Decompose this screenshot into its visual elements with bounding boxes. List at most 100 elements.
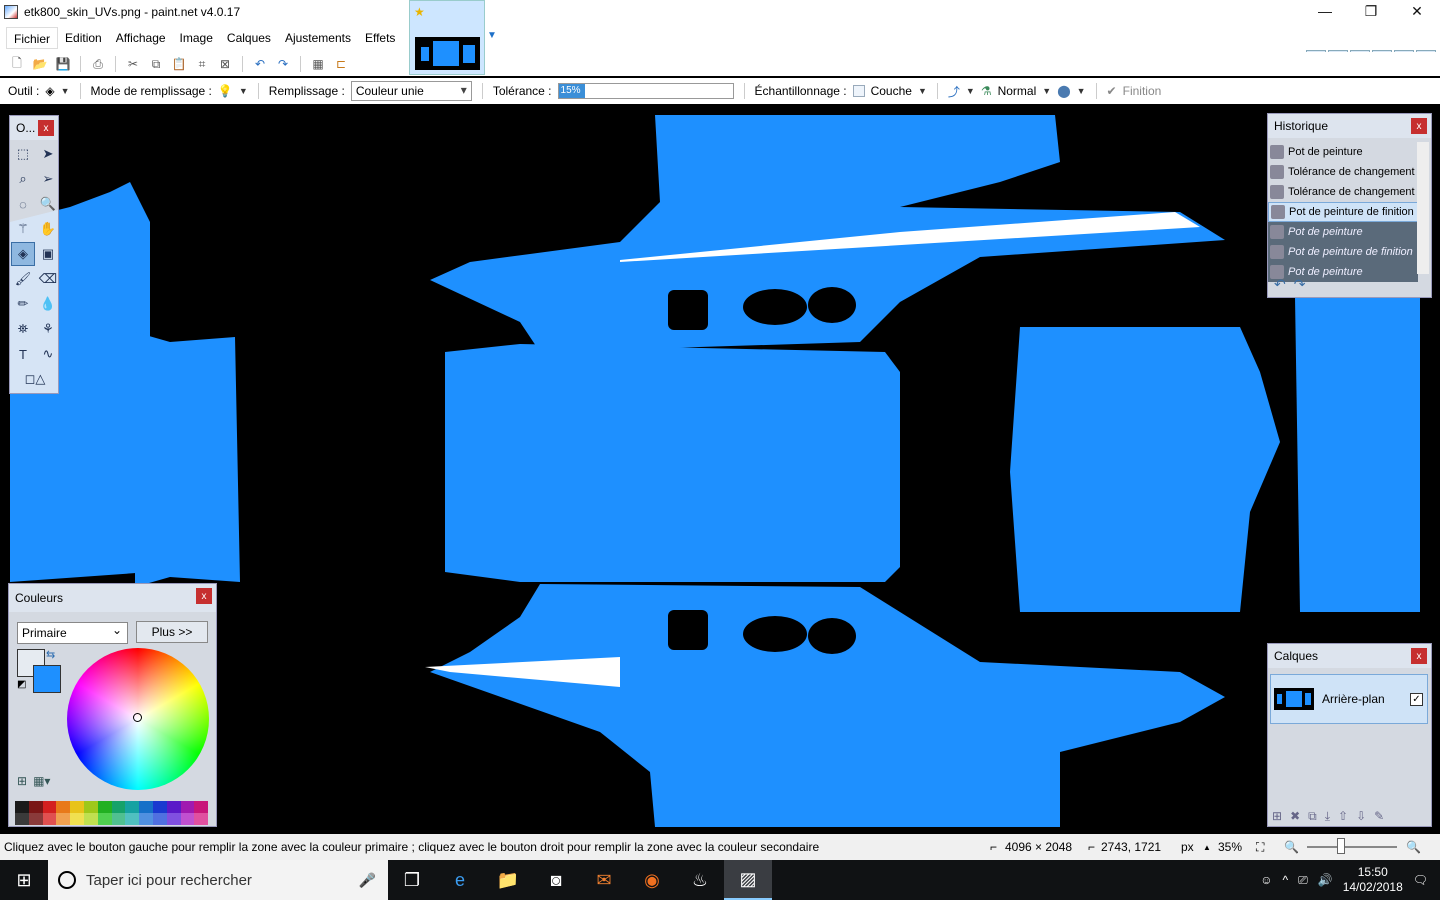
palette-swatch[interactable] — [97, 801, 112, 813]
palette-swatch[interactable] — [56, 813, 71, 825]
flood-mode-icon[interactable]: 💡 — [218, 84, 233, 98]
unit-chevron-icon[interactable]: ▲ — [1203, 843, 1211, 852]
unit-select[interactable]: px — [1181, 840, 1194, 854]
menu-effects[interactable]: Effets — [358, 27, 402, 49]
windows-start-icon[interactable]: ⊞ — [0, 860, 48, 900]
palette-swatch[interactable] — [166, 801, 181, 813]
layer-visibility-checkbox[interactable]: ✓ — [1410, 692, 1423, 706]
swap-colors-icon[interactable]: ⇆ — [46, 648, 55, 661]
steam-icon[interactable]: ♨ — [676, 860, 724, 900]
duplicate-layer-icon[interactable]: ⧉ — [1308, 809, 1317, 824]
history-panel-close-icon[interactable]: x — [1411, 118, 1427, 134]
palette-swatch[interactable] — [42, 813, 57, 825]
rectangle-select-icon[interactable]: ⬚ — [11, 142, 35, 166]
history-item[interactable]: Tolérance de changement — [1268, 182, 1418, 202]
palette-menu-icon[interactable]: ▦▾ — [33, 774, 50, 788]
taskbar-search[interactable]: Taper ici pour rechercher 🎤 — [48, 860, 388, 900]
fill-mode-chevron-icon[interactable]: ▼ — [239, 86, 248, 96]
history-item-selected[interactable]: Pot de peinture de finition — [1268, 202, 1418, 222]
edge-browser-icon[interactable]: e — [436, 860, 484, 900]
firefox-icon[interactable]: ◉ — [628, 860, 676, 900]
reset-colors-icon[interactable]: ◩ — [17, 679, 26, 690]
gradient-icon[interactable]: ▣ — [36, 242, 60, 266]
notifications-icon[interactable]: 🗨 — [1413, 873, 1428, 887]
line-curve-icon[interactable]: ∿ — [36, 342, 60, 366]
blend-mode-select[interactable]: Normal — [998, 84, 1037, 98]
finish-button[interactable]: Finition — [1123, 84, 1162, 98]
fit-window-icon[interactable]: ⛶ — [1256, 840, 1264, 855]
crop-icon[interactable]: ⌗ — [193, 55, 211, 73]
clone-stamp-icon[interactable]: ⛯ — [11, 317, 35, 341]
pencil-icon[interactable]: ✏ — [11, 292, 35, 316]
volume-icon[interactable]: 🔊 — [1318, 873, 1333, 887]
discord-icon[interactable]: ◙ — [532, 860, 580, 900]
save-icon[interactable]: 💾 — [54, 55, 72, 73]
move-selection-icon[interactable]: ➢ — [36, 167, 60, 191]
color-target-select[interactable]: Primaire — [17, 622, 128, 644]
menu-view[interactable]: Affichage — [109, 27, 173, 49]
sampling-chevron-icon[interactable]: ▼ — [918, 86, 927, 96]
merge-layer-down-icon[interactable]: ⤓ — [1325, 809, 1330, 824]
microphone-icon[interactable]: 🎤 — [359, 872, 376, 889]
menu-adjustments[interactable]: Ajustements — [278, 27, 358, 49]
close-button[interactable]: ✕ — [1394, 0, 1440, 22]
palette-swatch[interactable] — [152, 813, 167, 825]
move-selected-icon[interactable]: ➤ — [36, 142, 60, 166]
undo-icon[interactable]: ↶ — [251, 55, 269, 73]
palette-swatch[interactable] — [56, 801, 71, 813]
palette-swatch[interactable] — [194, 813, 209, 825]
zoom-icon[interactable]: 🔍 — [36, 192, 60, 216]
delete-layer-icon[interactable]: ✖ — [1290, 809, 1300, 824]
color-wheel-cursor[interactable] — [133, 713, 142, 722]
palette-swatch[interactable] — [139, 801, 153, 813]
magic-wand-icon[interactable]: ⚚ — [11, 217, 35, 241]
palette-swatch[interactable] — [28, 813, 43, 825]
file-explorer-icon[interactable]: 📁 — [484, 860, 532, 900]
cut-icon[interactable]: ✂ — [124, 55, 142, 73]
task-view-icon[interactable]: ❐ — [388, 860, 436, 900]
history-scrollbar[interactable] — [1417, 142, 1429, 274]
selection-mode-icon[interactable]: ⬤ — [1057, 84, 1070, 98]
color-picker-icon[interactable]: 💧 — [36, 292, 60, 316]
history-item[interactable]: Tolérance de changement — [1268, 162, 1418, 182]
layer-row[interactable]: Arrière-plan ✓ — [1270, 674, 1428, 724]
zoom-out-icon[interactable]: 🔍 — [1284, 840, 1299, 854]
recolor-icon[interactable]: ⚘ — [36, 317, 60, 341]
tray-chevron-icon[interactable]: ^ — [1283, 873, 1289, 887]
add-layer-icon[interactable]: ⊞ — [1272, 809, 1282, 824]
colors-panel-close-icon[interactable]: x — [196, 588, 212, 604]
eraser-icon[interactable]: ⌫ — [36, 267, 60, 291]
paste-icon[interactable]: 📋 — [170, 55, 188, 73]
palette-swatch[interactable] — [125, 801, 140, 813]
palette-swatch[interactable] — [125, 813, 140, 825]
new-file-icon[interactable]: 🗋 — [8, 55, 26, 73]
palette-swatch[interactable] — [15, 801, 29, 813]
finish-check-icon[interactable]: ✔ — [1107, 84, 1117, 98]
history-undo-icon[interactable]: ↶ — [1274, 276, 1286, 293]
taskbar-clock[interactable]: 15:50 14/02/2018 — [1343, 865, 1403, 895]
deselect-icon[interactable]: ⊠ — [216, 55, 234, 73]
menu-file[interactable]: Fichier — [6, 27, 59, 49]
selection-mode-chevron-icon[interactable]: ▼ — [1077, 86, 1086, 96]
move-layer-down-icon[interactable]: ⇩ — [1356, 809, 1366, 824]
antialiasing-icon[interactable]: ⤴ — [948, 83, 960, 100]
print-icon[interactable]: ⎙ — [89, 55, 107, 73]
shapes-icon[interactable]: ◻△ — [11, 367, 59, 391]
text-icon[interactable]: T — [11, 342, 35, 366]
fill-select[interactable]: Couleur unie — [350, 81, 472, 101]
palette-swatch[interactable] — [42, 801, 57, 813]
sampling-select[interactable]: Couche — [871, 84, 912, 98]
add-to-palette-icon[interactable]: ⊞ — [17, 774, 27, 788]
history-redo-icon[interactable]: ↷ — [1294, 276, 1306, 293]
paintbrush-icon[interactable]: 🖌 — [11, 267, 35, 291]
tools-panel-close-icon[interactable]: x — [38, 120, 54, 136]
menu-image[interactable]: Image — [173, 27, 220, 49]
palette-swatch[interactable] — [15, 813, 29, 825]
open-file-icon[interactable]: 📂 — [31, 55, 49, 73]
menu-layers[interactable]: Calques — [220, 27, 278, 49]
zoom-level[interactable]: 35% — [1218, 840, 1242, 854]
palette-swatch[interactable] — [111, 813, 126, 825]
palette-swatch[interactable] — [152, 801, 167, 813]
menu-edit[interactable]: Edition — [58, 27, 109, 49]
palette-swatch[interactable] — [83, 801, 98, 813]
